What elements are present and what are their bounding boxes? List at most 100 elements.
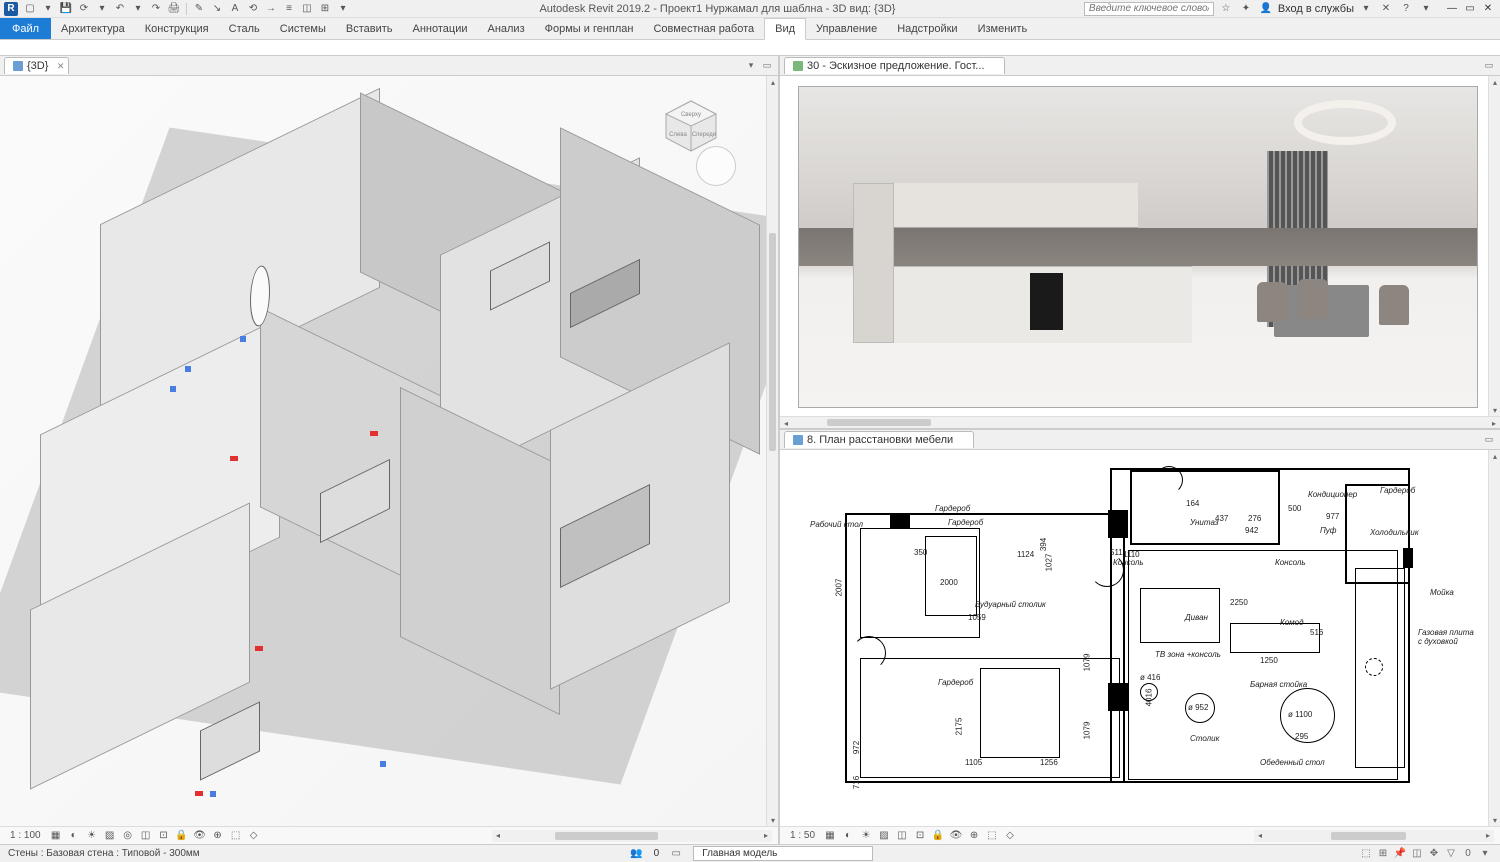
scroll-up-icon[interactable]: ▴ <box>1489 450 1500 462</box>
select-pinned-icon[interactable]: 📌 <box>1393 847 1407 861</box>
refresh-icon[interactable]: ⟲ <box>245 1 261 17</box>
close-view-icon[interactable]: ✕ <box>57 61 65 72</box>
crop-visible-icon[interactable]: ⊡ <box>157 829 171 843</box>
temp-hide-icon[interactable]: 👁 <box>949 829 963 843</box>
signin-dropdown-icon[interactable]: ▾ <box>1358 1 1374 17</box>
drag-icon[interactable]: ✥ <box>1427 847 1441 861</box>
viewport-3d[interactable]: Сверху Слева Спереди <box>0 76 766 826</box>
filter-icon[interactable]: ▽ <box>1444 847 1458 861</box>
tile-icon[interactable]: ▾ <box>744 59 758 73</box>
crop-icon[interactable]: ◫ <box>139 829 153 843</box>
scroll-left-icon[interactable]: ◂ <box>780 417 792 429</box>
tab-systems[interactable]: Системы <box>270 18 336 39</box>
sync-icon[interactable]: ⟳ <box>76 1 92 17</box>
select-links-icon[interactable]: ⬚ <box>1359 847 1373 861</box>
scroll-up-icon[interactable]: ▴ <box>1489 76 1500 88</box>
worksharing-icon[interactable]: 👥 <box>630 847 644 861</box>
scroll-right-icon[interactable]: ▸ <box>1488 417 1500 429</box>
visual-style-icon[interactable]: ◐ <box>67 829 81 843</box>
crop-visible-icon[interactable]: ⊡ <box>913 829 927 843</box>
scroll-left-icon[interactable]: ◂ <box>1254 830 1266 842</box>
crop-icon[interactable]: ◫ <box>895 829 909 843</box>
scroll-down-icon[interactable]: ▾ <box>1489 404 1500 416</box>
star2-icon[interactable]: ✦ <box>1238 1 1254 17</box>
tab-collaborate[interactable]: Совместная работа <box>643 18 764 39</box>
navigation-wheel[interactable] <box>696 146 736 186</box>
tab-manage[interactable]: Управление <box>806 18 887 39</box>
restore-button[interactable]: ▭ <box>1462 2 1478 16</box>
tab-massing[interactable]: Формы и генплан <box>535 18 644 39</box>
scroll-down-icon[interactable]: ▾ <box>1489 814 1500 826</box>
forward-icon[interactable]: → <box>263 1 279 17</box>
scrollbar-vertical[interactable]: ▴ ▾ <box>1488 76 1500 416</box>
scroll-down-icon[interactable]: ▾ <box>767 814 779 826</box>
lock-icon[interactable]: 🔒 <box>175 829 189 843</box>
tab-analyze[interactable]: Анализ <box>477 18 534 39</box>
search-input[interactable] <box>1084 2 1214 16</box>
exchange-icon[interactable]: ✕ <box>1378 1 1394 17</box>
close-button[interactable]: ✕ <box>1480 2 1496 16</box>
shadows-icon[interactable]: ▨ <box>877 829 891 843</box>
model-selector[interactable]: Главная модель <box>693 846 873 861</box>
editable-icon[interactable]: ▭ <box>669 847 683 861</box>
scale-label[interactable]: 1 : 50 <box>786 830 819 841</box>
help-icon[interactable]: ? <box>1398 1 1414 17</box>
save-icon[interactable]: 💾 <box>58 1 74 17</box>
sun-path-icon[interactable]: ☀ <box>859 829 873 843</box>
view-tab-3d[interactable]: {3D} ✕ <box>4 57 69 74</box>
print-icon[interactable]: 🖨 <box>166 1 182 17</box>
close-hidden-icon[interactable]: ◫ <box>299 1 315 17</box>
tab-steel[interactable]: Сталь <box>219 18 270 39</box>
app-badge[interactable]: R <box>4 2 18 16</box>
scrollbar-vertical[interactable]: ▴ ▾ <box>766 76 778 826</box>
redo-icon[interactable]: ↷ <box>148 1 164 17</box>
scroll-left-icon[interactable]: ◂ <box>492 830 504 842</box>
filter-dropdown-icon[interactable]: ▾ <box>1478 847 1492 861</box>
detail-level-icon[interactable]: ▦ <box>49 829 63 843</box>
tab-view[interactable]: Вид <box>764 18 806 40</box>
visual-style-icon[interactable]: ◐ <box>841 829 855 843</box>
scroll-right-icon[interactable]: ▸ <box>760 830 772 842</box>
open-dropdown-icon[interactable]: ▾ <box>40 1 56 17</box>
viewport-plan[interactable]: Рабочий стол Гардероб Гардероб Гардероб … <box>780 450 1488 826</box>
tab-addins[interactable]: Надстройки <box>887 18 967 39</box>
sun-path-icon[interactable]: ☀ <box>85 829 99 843</box>
analytical-icon[interactable]: ⬚ <box>229 829 243 843</box>
sign-in-label[interactable]: Вход в службы <box>1278 3 1354 15</box>
scrollbar-horizontal[interactable]: ◂ ▸ <box>780 416 1500 428</box>
help-dropdown-icon[interactable]: ▾ <box>1418 1 1434 17</box>
user-icon[interactable]: 👤 <box>1258 1 1274 17</box>
star-icon[interactable]: ☆ <box>1218 1 1234 17</box>
scale-label[interactable]: 1 : 100 <box>6 830 45 841</box>
tab-options-icon[interactable]: ▭ <box>1482 433 1496 447</box>
file-tab[interactable]: Файл <box>0 18 51 39</box>
tab-options-icon[interactable]: ▭ <box>760 59 774 73</box>
rendering-icon[interactable]: ◎ <box>121 829 135 843</box>
scrollbar-vertical[interactable]: ▴ ▾ <box>1488 450 1500 826</box>
scroll-right-icon[interactable]: ▸ <box>1482 830 1494 842</box>
reveal-icon[interactable]: ⊕ <box>211 829 225 843</box>
undo-dropdown-icon[interactable]: ▾ <box>130 1 146 17</box>
viewport-render[interactable] <box>780 76 1488 416</box>
sync-dropdown-icon[interactable]: ▾ <box>94 1 110 17</box>
tab-architecture[interactable]: Архитектура <box>51 18 135 39</box>
tab-modify[interactable]: Изменить <box>968 18 1038 39</box>
detail-level-icon[interactable]: ▦ <box>823 829 837 843</box>
constraints-icon[interactable]: ◇ <box>1003 829 1017 843</box>
text-icon[interactable]: A <box>227 1 243 17</box>
undo-icon[interactable]: ↶ <box>112 1 128 17</box>
tab-annotate[interactable]: Аннотации <box>403 18 478 39</box>
lock-icon[interactable]: 🔒 <box>931 829 945 843</box>
tab-insert[interactable]: Вставить <box>336 18 403 39</box>
scroll-up-icon[interactable]: ▴ <box>767 76 779 88</box>
select-underlay-icon[interactable]: ⊞ <box>1376 847 1390 861</box>
tab-structure[interactable]: Конструкция <box>135 18 219 39</box>
constraints-icon[interactable]: ◇ <box>247 829 261 843</box>
qat-dropdown-icon[interactable]: ▾ <box>335 1 351 17</box>
filter-count-icon[interactable]: 0 <box>1461 847 1475 861</box>
shadows-icon[interactable]: ▨ <box>103 829 117 843</box>
switch-icon[interactable]: ⊞ <box>317 1 333 17</box>
temp-hide-icon[interactable]: 👁 <box>193 829 207 843</box>
measure-icon[interactable]: ✎ <box>191 1 207 17</box>
thin-lines-icon[interactable]: ≡ <box>281 1 297 17</box>
